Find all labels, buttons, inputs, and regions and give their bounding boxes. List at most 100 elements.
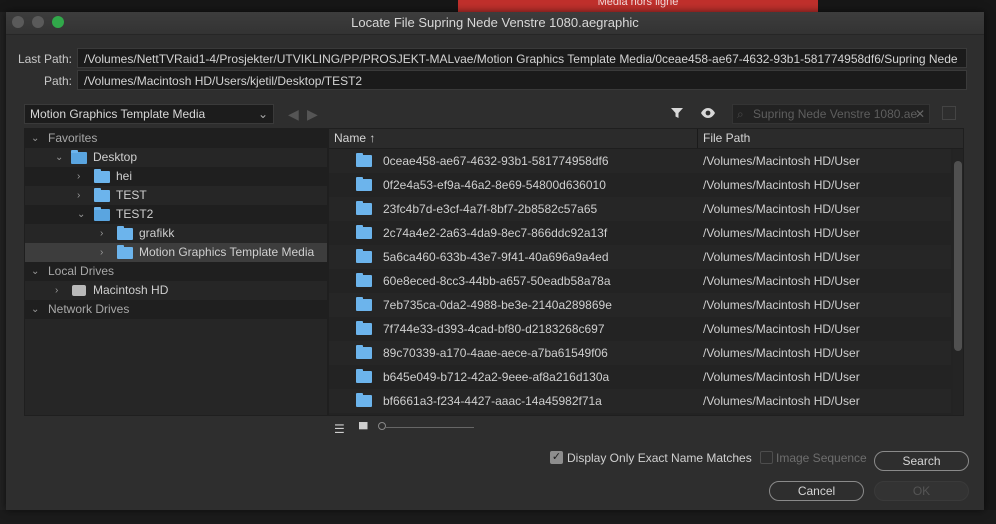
file-row[interactable]: 89c70339-a170-4aae-aece-a7ba61549f06/Vol… xyxy=(329,341,951,365)
list-view-icon[interactable]: ☰ xyxy=(334,422,345,436)
vertical-scrollbar[interactable] xyxy=(953,149,963,415)
chevron-down-icon[interactable]: ⌄ xyxy=(55,148,63,167)
scrollbar-thumb[interactable] xyxy=(954,161,962,351)
offline-media-banner: Media hors ligne xyxy=(458,0,818,12)
file-path: /Volumes/Macintosh HD/User xyxy=(703,394,860,408)
image-sequence-label: Image Sequence xyxy=(776,451,867,465)
file-row[interactable]: bf6661a3-f234-4427-aaac-14a45982f71a/Vol… xyxy=(329,389,951,413)
file-name: 2c74a4e2-2a63-4da9-8ec7-866ddc92a13f xyxy=(383,226,608,240)
filter-icon[interactable] xyxy=(670,106,684,123)
zoom-slider[interactable] xyxy=(384,427,474,428)
file-name: 0ceae458-ae67-4632-93b1-581774958df6 xyxy=(383,154,609,168)
tree-item-grafikk[interactable]: › grafikk xyxy=(25,224,327,243)
file-row[interactable]: 0f2e4a53-ef9a-46a2-8e69-54800d636010/Vol… xyxy=(329,173,951,197)
file-row[interactable]: 5a6ca460-633b-43e7-9f41-40a696a9a4ed/Vol… xyxy=(329,245,951,269)
zoom-slider-knob[interactable] xyxy=(378,422,386,430)
search-button[interactable]: Search xyxy=(874,451,969,471)
mgt-media-label: Motion Graphics Template Media xyxy=(139,245,315,259)
folder-icon xyxy=(356,153,372,167)
sort-ascending-icon: ↑ xyxy=(369,131,376,145)
tree-item-hei[interactable]: › hei xyxy=(25,167,327,186)
search-input[interactable]: ⌕ Supring Nede Venstre 1080.ae ✕ xyxy=(732,104,930,124)
file-name: b645e049-b712-42a2-9eee-af8a216d130a xyxy=(383,370,610,384)
file-row[interactable]: 2c74a4e2-2a63-4da9-8ec7-866ddc92a13f/Vol… xyxy=(329,221,951,245)
chevron-right-icon[interactable]: › xyxy=(77,167,80,186)
image-sequence-checkbox[interactable] xyxy=(760,451,773,464)
tree-item-desktop[interactable]: ⌄ Desktop xyxy=(25,148,327,167)
folder-icon xyxy=(356,249,372,263)
file-path: /Volumes/Macintosh HD/User xyxy=(703,322,860,336)
hard-drive-icon xyxy=(72,285,86,296)
path-row: Path: /Volumes/Macintosh HD/Users/kjetil… xyxy=(6,70,984,92)
arrow-right-icon[interactable]: ▶ xyxy=(307,106,318,123)
tree-item-test2[interactable]: ⌄ TEST2 xyxy=(25,205,327,224)
path-field[interactable]: /Volumes/Macintosh HD/Users/kjetil/Deskt… xyxy=(77,70,967,90)
file-list-header: Name ↑ File Path xyxy=(329,129,963,149)
favorites-label: Favorites xyxy=(48,131,98,145)
hei-label: hei xyxy=(116,169,133,183)
file-path: /Volumes/Macintosh HD/User xyxy=(703,250,860,264)
icon-view-icon[interactable]: ▀ xyxy=(359,422,368,436)
tree-section-favorites[interactable]: ⌄ Favorites xyxy=(25,129,327,148)
folder-icon xyxy=(94,207,110,221)
folder-icon xyxy=(71,150,87,164)
chevron-right-icon[interactable]: › xyxy=(100,243,103,262)
thumbnail-view-icon[interactable] xyxy=(942,106,956,120)
file-rows: 0ceae458-ae67-4632-93b1-581774958df6/Vol… xyxy=(329,149,951,415)
tree-item-test[interactable]: › TEST xyxy=(25,186,327,205)
last-path-label: Last Path: xyxy=(17,52,72,66)
search-placeholder: Supring Nede Venstre 1080.ae xyxy=(753,107,918,121)
file-path: /Volumes/Macintosh HD/User xyxy=(703,298,860,312)
chevron-right-icon[interactable]: › xyxy=(55,281,58,300)
folder-icon xyxy=(356,297,372,311)
tree-item-mgt-media[interactable]: › Motion Graphics Template Media xyxy=(25,243,327,262)
tree-section-local-drives[interactable]: ⌄ Local Drives xyxy=(25,262,327,281)
arrow-left-icon[interactable]: ◀ xyxy=(288,106,299,123)
chevron-down-icon[interactable]: ⌄ xyxy=(77,205,85,224)
folder-icon xyxy=(356,273,372,287)
tree-item-macintosh-hd[interactable]: › Macintosh HD xyxy=(25,281,327,300)
chevron-down-icon[interactable]: ⌄ xyxy=(31,262,39,281)
last-path-field[interactable]: /Volumes/NettTVRaid1-4/Prosjekter/UTVIKL… xyxy=(77,48,967,68)
column-header-name[interactable]: Name ↑ xyxy=(334,129,375,148)
file-name: 7f744e33-d393-4cad-bf80-d2183268c697 xyxy=(383,322,605,336)
path-label: Path: xyxy=(43,74,72,88)
clear-search-icon[interactable]: ✕ xyxy=(915,105,925,123)
chevron-right-icon[interactable]: › xyxy=(77,186,80,205)
chevron-down-icon[interactable]: ⌄ xyxy=(31,300,39,319)
file-path: /Volumes/Macintosh HD/User xyxy=(703,202,860,216)
cancel-button[interactable]: Cancel xyxy=(769,481,864,501)
folder-icon xyxy=(117,226,133,240)
exact-match-checkbox[interactable]: ✓ xyxy=(550,451,563,464)
offline-media-text: Media hors ligne xyxy=(597,0,679,8)
folder-icon xyxy=(117,245,133,259)
location-dropdown[interactable]: Motion Graphics Template Media ⌄ xyxy=(24,104,274,124)
file-name: 60e8eced-8cc3-44bb-a657-50eadb58a78a xyxy=(383,274,611,288)
file-row[interactable]: 7f744e33-d393-4cad-bf80-d2183268c697/Vol… xyxy=(329,317,951,341)
file-row[interactable]: 7eb735ca-0da2-4988-be3e-2140a289869e/Vol… xyxy=(329,293,951,317)
file-name: 89c70339-a170-4aae-aece-a7ba61549f06 xyxy=(383,346,608,360)
file-path: /Volumes/Macintosh HD/User xyxy=(703,178,860,192)
folder-icon xyxy=(356,201,372,215)
folder-icon xyxy=(94,169,110,183)
tree-section-network-drives[interactable]: ⌄ Network Drives xyxy=(25,300,327,319)
macintosh-hd-label: Macintosh HD xyxy=(93,283,169,297)
locate-file-dialog: Locate File Supring Nede Venstre 1080.ae… xyxy=(6,12,984,510)
name-header-label: Name xyxy=(334,131,367,145)
grafikk-label: grafikk xyxy=(139,226,175,240)
ok-button[interactable]: OK xyxy=(874,481,969,501)
file-row[interactable]: 23fc4b7d-e3cf-4a7f-8bf7-2b8582c57a65/Vol… xyxy=(329,197,951,221)
file-row[interactable]: b645e049-b712-42a2-9eee-af8a216d130a/Vol… xyxy=(329,365,951,389)
file-row[interactable]: 60e8eced-8cc3-44bb-a657-50eadb58a78a/Vol… xyxy=(329,269,951,293)
file-path: /Volumes/Macintosh HD/User xyxy=(703,154,860,168)
chevron-right-icon[interactable]: › xyxy=(100,224,103,243)
chevron-down-icon: ⌄ xyxy=(257,107,268,121)
file-row[interactable]: 0ceae458-ae67-4632-93b1-581774958df6/Vol… xyxy=(329,149,951,173)
column-header-file-path[interactable]: File Path xyxy=(703,129,750,148)
background-timeline xyxy=(0,510,996,524)
eye-icon[interactable] xyxy=(700,106,716,123)
column-divider[interactable] xyxy=(697,129,698,148)
chevron-down-icon[interactable]: ⌄ xyxy=(31,129,39,148)
window-title: Locate File Supring Nede Venstre 1080.ae… xyxy=(351,15,639,30)
search-icon: ⌕ xyxy=(737,107,744,121)
